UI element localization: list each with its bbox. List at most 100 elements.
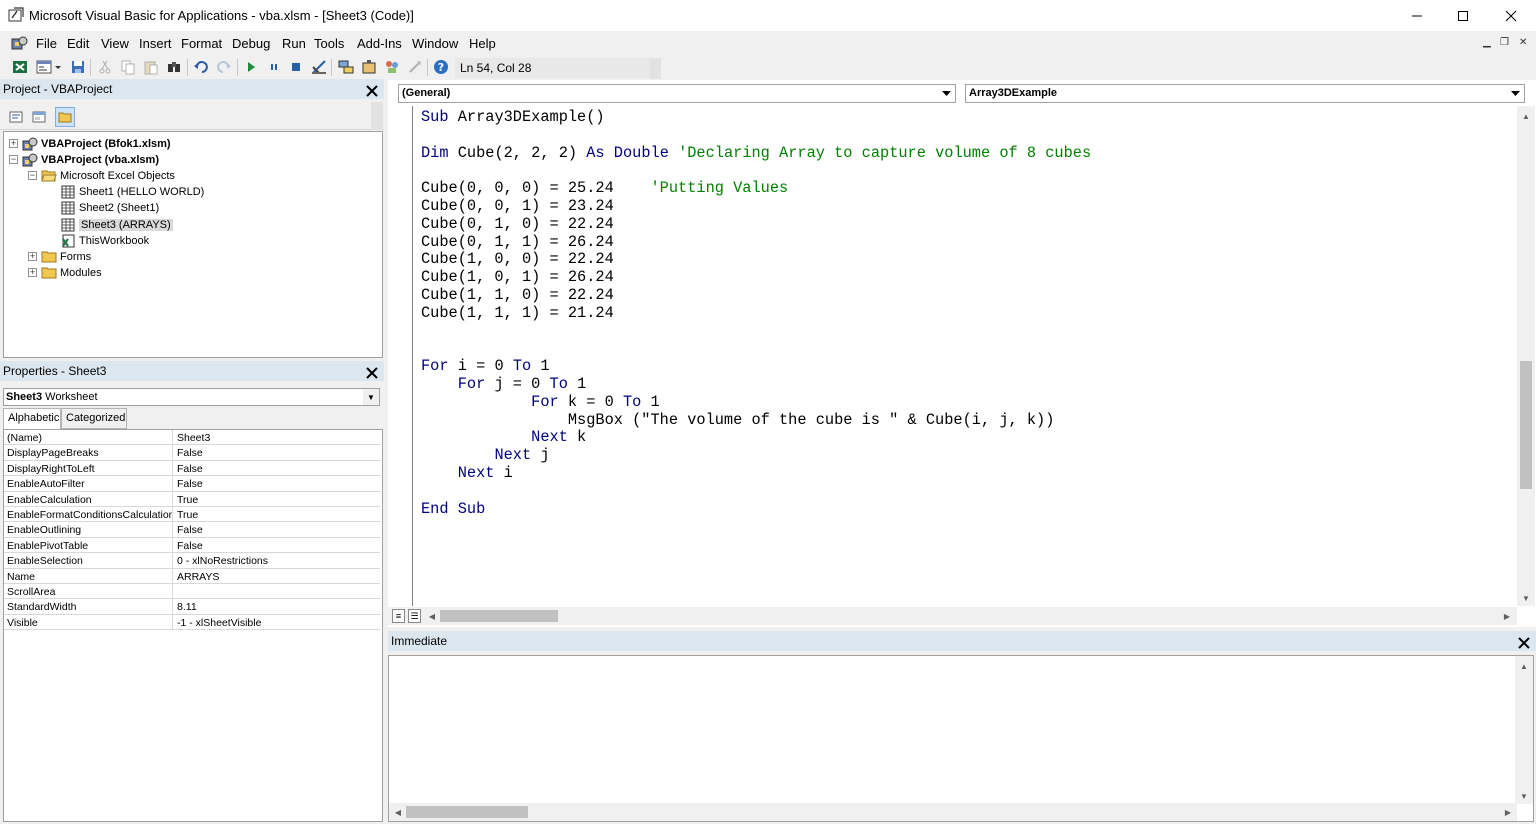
view-object-button[interactable] [29, 107, 49, 127]
procedure-select[interactable]: Array3DExample [965, 84, 1525, 103]
menu-edit[interactable]: Edit [67, 36, 89, 51]
mdi-restore-button[interactable]: ❐ [1500, 37, 1509, 48]
find-icon[interactable] [166, 59, 182, 75]
code-line[interactable]: Cube(1, 0, 1) = 26.24 [421, 268, 1091, 287]
property-value[interactable]: 0 - xlNoRestrictions [172, 553, 380, 569]
project-tree-item[interactable]: VBAProject (Bfok1.xlsm) [22, 136, 171, 152]
property-row[interactable]: EnableOutlining False [4, 522, 380, 538]
menu-help[interactable]: Help [469, 36, 496, 51]
scroll-left-icon[interactable]: ◀ [426, 610, 438, 622]
property-row[interactable]: ScrollArea [4, 584, 380, 600]
code-line[interactable]: For i = 0 To 1 [421, 357, 1091, 376]
toolbar-options-dropdown[interactable] [650, 58, 661, 79]
properties-object-select[interactable]: Sheet3 Worksheet ▼ [3, 388, 380, 406]
code-line[interactable] [421, 127, 1091, 145]
close-window-button[interactable] [1488, 0, 1534, 31]
property-value[interactable]: False [172, 537, 380, 553]
code-line[interactable]: Next i [421, 464, 1091, 483]
immediate-horizontal-scrollbar[interactable]: ◀ ▶ [389, 803, 1517, 821]
properties-window-icon[interactable] [361, 59, 377, 75]
code-line[interactable]: For k = 0 To 1 [421, 393, 1091, 412]
property-value[interactable]: -1 - xlSheetVisible [172, 614, 380, 630]
redo-icon[interactable] [216, 59, 232, 75]
menu-file[interactable]: File [36, 36, 57, 51]
project-close-button[interactable] [361, 80, 383, 102]
scrollbar-thumb[interactable] [440, 610, 558, 622]
scroll-left-icon[interactable]: ◀ [392, 806, 404, 818]
property-value[interactable]: False [172, 522, 380, 538]
property-row[interactable]: DisplayPageBreaks False [4, 445, 380, 461]
margin-indicator-bar[interactable] [388, 106, 413, 606]
toggle-folders-button[interactable] [55, 107, 75, 127]
scrollbar-thumb[interactable] [406, 806, 528, 818]
menu-insert[interactable]: Insert [139, 36, 172, 51]
property-value[interactable]: ARRAYS [172, 568, 380, 584]
tree-expander[interactable]: + [28, 267, 37, 277]
tree-expander[interactable]: + [28, 251, 37, 261]
immediate-close-button[interactable] [1513, 632, 1535, 654]
project-toolbar-options[interactable] [371, 102, 383, 130]
undo-icon[interactable] [193, 59, 209, 75]
code-line[interactable] [421, 162, 1091, 180]
property-row[interactable]: Name ARRAYS [4, 568, 380, 584]
scroll-right-icon[interactable]: ▶ [1502, 806, 1514, 818]
property-value[interactable]: False [172, 460, 380, 476]
code-horizontal-scrollbar[interactable]: ≡ ☰ ◀ ▶ [388, 607, 1517, 625]
property-value[interactable]: False [172, 445, 380, 461]
code-editor[interactable]: Sub Array3DExample() Dim Cube(2, 2, 2) As… [421, 108, 1091, 519]
scrollbar-thumb[interactable] [1520, 361, 1532, 489]
project-tree-item[interactable]: VBAProject (vba.xlsm) [22, 152, 159, 168]
chevron-down-icon[interactable]: ▼ [363, 389, 379, 405]
project-tree-item[interactable]: Sheet2 (Sheet1) [60, 200, 159, 216]
properties-close-button[interactable] [361, 362, 383, 384]
property-value[interactable]: True [172, 491, 380, 507]
insert-userform-icon[interactable] [36, 59, 52, 75]
immediate-vertical-scrollbar[interactable]: ▲ ▼ [1515, 656, 1533, 804]
cut-icon[interactable] [97, 59, 113, 75]
mdi-close-button[interactable]: ✕ [1519, 37, 1527, 48]
reset-icon[interactable] [288, 59, 304, 75]
code-line[interactable]: End Sub [421, 500, 1091, 519]
property-row[interactable]: EnableSelection 0 - xlNoRestrictions [4, 553, 380, 569]
property-row[interactable]: EnableCalculation True [4, 491, 380, 507]
scroll-up-icon[interactable]: ▲ [1520, 110, 1532, 122]
copy-icon[interactable] [120, 59, 136, 75]
run-icon[interactable] [243, 59, 259, 75]
tree-expander[interactable]: + [9, 139, 18, 148]
project-tree-item[interactable]: Sheet3 (ARRAYS) [60, 217, 173, 233]
save-icon[interactable] [70, 59, 86, 75]
code-line[interactable]: Sub Array3DExample() [421, 108, 1091, 127]
code-line[interactable]: Cube(1, 1, 1) = 21.24 [421, 304, 1091, 323]
menu-add-ins[interactable]: Add-Ins [357, 36, 402, 51]
code-line[interactable] [421, 483, 1091, 501]
project-tree-item[interactable]: Sheet1 (HELLO WORLD) [60, 184, 204, 200]
view-code-button[interactable] [6, 107, 26, 127]
paste-icon[interactable] [143, 59, 159, 75]
object-browser-icon[interactable] [384, 59, 400, 75]
code-line[interactable]: Cube(0, 0, 0) = 25.24 'Putting Values [421, 179, 1091, 198]
project-tree-item[interactable]: ThisWorkbook [60, 233, 149, 249]
property-value[interactable]: Sheet3 [172, 430, 380, 445]
menu-tools[interactable]: Tools [314, 36, 344, 51]
minimize-button[interactable] [1394, 0, 1440, 31]
property-value[interactable]: True [172, 507, 380, 522]
code-vertical-scrollbar[interactable]: ▲ ▼ [1517, 106, 1535, 606]
tab-alphabetic[interactable]: Alphabetic [3, 408, 61, 429]
code-line[interactable]: Cube(0, 1, 1) = 26.24 [421, 233, 1091, 252]
help-icon[interactable]: ? [433, 59, 449, 75]
code-line[interactable]: Dim Cube(2, 2, 2) As Double 'Declaring A… [421, 144, 1091, 163]
object-select[interactable]: (General) [398, 84, 956, 103]
menu-format[interactable]: Format [181, 36, 222, 51]
dropdown-icon[interactable] [53, 59, 63, 75]
tab-categorized[interactable]: Categorized [61, 408, 127, 429]
code-line[interactable]: Next k [421, 428, 1091, 447]
toolbox-icon[interactable] [407, 59, 423, 75]
break-icon[interactable] [266, 59, 282, 75]
code-line[interactable]: Cube(1, 0, 0) = 22.24 [421, 250, 1091, 269]
code-line[interactable]: Cube(0, 1, 0) = 22.24 [421, 215, 1091, 234]
code-line[interactable]: Cube(1, 1, 0) = 22.24 [421, 286, 1091, 305]
vba-menu-icon[interactable] [11, 35, 28, 51]
maximize-button[interactable] [1440, 0, 1486, 31]
tree-expander[interactable]: − [28, 171, 37, 181]
design-mode-icon[interactable] [311, 59, 327, 75]
